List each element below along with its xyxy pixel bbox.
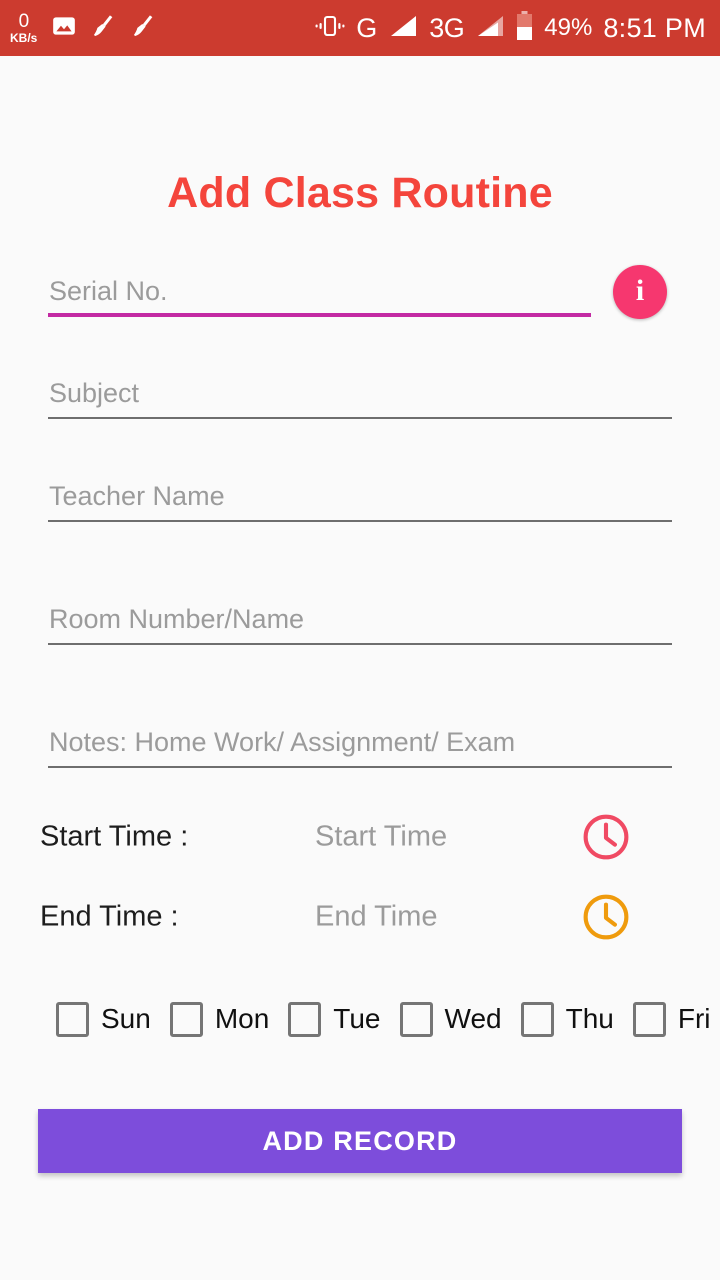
status-bar-right: G 3G 49% 8:51 PM	[315, 10, 706, 46]
teacher-name-underline	[48, 520, 672, 522]
day-checkbox-mon[interactable]: Mon	[169, 1001, 288, 1037]
checkbox-icon[interactable]	[169, 1001, 203, 1037]
signal-bars-icon	[475, 13, 505, 44]
network-type-3g-label: 3G	[429, 12, 465, 43]
day-checkbox-wed[interactable]: Wed	[399, 1001, 521, 1037]
cleaner-broom-icon	[91, 13, 117, 44]
subject-field[interactable]: Subject	[48, 373, 672, 419]
checkbox-icon[interactable]	[520, 1001, 554, 1037]
subject-underline	[48, 417, 672, 419]
day-checkbox-thu[interactable]: Thu	[520, 1001, 633, 1037]
subject-placeholder: Subject	[49, 378, 140, 408]
start-time-value[interactable]: Start Time	[315, 821, 447, 854]
room-number-field[interactable]: Room Number/Name	[48, 599, 672, 645]
start-time-row: Start Time : Start Time	[0, 810, 720, 864]
status-bar: 0 KB/s G 3G 49% 8:51 PM	[0, 0, 720, 56]
checkbox-icon[interactable]	[632, 1001, 666, 1037]
network-type-g-label: G	[356, 12, 378, 43]
cleaner-broom-icon	[131, 13, 157, 44]
network-speed-unit: KB/s	[10, 31, 38, 45]
day-label: Thu	[565, 1003, 614, 1034]
day-label: Wed	[444, 1003, 502, 1034]
notes-underline	[48, 766, 672, 768]
room-number-placeholder: Room Number/Name	[49, 604, 305, 634]
page-title: Add Class Routine	[167, 169, 553, 217]
network-speed-value: 0	[18, 11, 30, 32]
day-checkbox-row: Sun Mon Tue Wed Thu Fri	[0, 994, 720, 1044]
vibrate-icon	[315, 13, 345, 44]
battery-icon	[516, 10, 533, 46]
day-label: Tue	[333, 1003, 381, 1034]
signal-bars-icon	[388, 13, 418, 44]
info-button[interactable]: i	[613, 265, 667, 319]
end-time-row: End Time : End Time	[0, 890, 720, 944]
notes-field[interactable]: Notes: Home Work/ Assignment/ Exam	[48, 722, 672, 768]
teacher-name-field[interactable]: Teacher Name	[48, 476, 672, 522]
checkbox-icon[interactable]	[399, 1001, 433, 1037]
day-checkbox-sun[interactable]: Sun	[56, 1001, 170, 1037]
add-record-button[interactable]: ADD RECORD	[38, 1109, 682, 1173]
info-icon: i	[635, 274, 645, 307]
network-speed-indicator: 0 KB/s	[10, 12, 37, 44]
notes-placeholder: Notes: Home Work/ Assignment/ Exam	[49, 727, 516, 757]
day-label: Sun	[101, 1003, 151, 1034]
day-label: Mon	[214, 1003, 270, 1034]
start-time-clock-icon[interactable]	[580, 811, 632, 863]
serial-no-underline	[48, 313, 591, 317]
checkbox-icon[interactable]	[56, 1001, 89, 1037]
end-time-label: End Time :	[40, 900, 179, 933]
start-time-label: Start Time :	[40, 820, 189, 853]
day-checkbox-fri[interactable]: Fri	[632, 1001, 720, 1037]
gallery-icon	[51, 13, 77, 44]
end-time-clock-icon[interactable]	[580, 891, 632, 943]
serial-no-placeholder: Serial No.	[49, 276, 168, 306]
day-label: Fri	[677, 1003, 711, 1034]
room-number-underline	[48, 643, 672, 645]
day-checkbox-tue[interactable]: Tue	[288, 1001, 399, 1037]
serial-no-field[interactable]: Serial No.	[48, 271, 591, 317]
status-bar-left: 0 KB/s	[10, 12, 157, 44]
clock-time-label: 8:51 PM	[603, 12, 706, 43]
checkbox-icon[interactable]	[288, 1001, 322, 1037]
battery-percent-label: 49%	[544, 14, 593, 41]
add-class-routine-screen: Add Class Routine Serial No. i Subject T…	[0, 56, 720, 1280]
end-time-value[interactable]: End Time	[315, 901, 438, 934]
teacher-name-placeholder: Teacher Name	[49, 481, 225, 511]
